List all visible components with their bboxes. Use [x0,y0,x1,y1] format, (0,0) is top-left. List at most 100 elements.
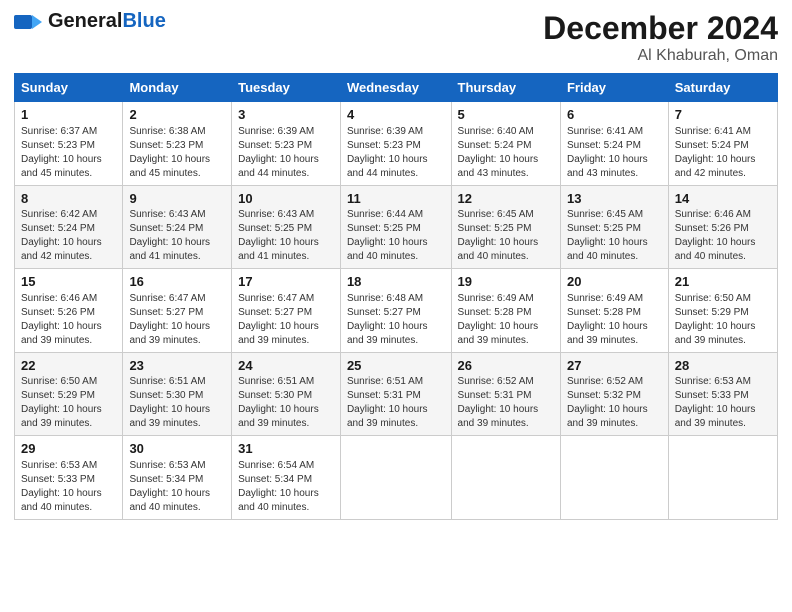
table-row: 10Sunrise: 6:43 AM Sunset: 5:25 PM Dayli… [232,185,341,269]
table-row: 8Sunrise: 6:42 AM Sunset: 5:24 PM Daylig… [15,185,123,269]
day-number: 4 [347,106,445,124]
header: GeneralBlue December 2024 Al Khaburah, O… [14,10,778,65]
table-row: 18Sunrise: 6:48 AM Sunset: 5:27 PM Dayli… [340,269,451,353]
table-row: 31Sunrise: 6:54 AM Sunset: 5:34 PM Dayli… [232,436,341,520]
table-row: 3Sunrise: 6:39 AM Sunset: 5:23 PM Daylig… [232,102,341,186]
table-row: 1Sunrise: 6:37 AM Sunset: 5:23 PM Daylig… [15,102,123,186]
table-row: 9Sunrise: 6:43 AM Sunset: 5:24 PM Daylig… [123,185,232,269]
table-row [668,436,777,520]
day-detail: Sunrise: 6:53 AM Sunset: 5:34 PM Dayligh… [129,459,225,515]
day-number: 20 [567,273,662,291]
table-row: 14Sunrise: 6:46 AM Sunset: 5:26 PM Dayli… [668,185,777,269]
table-row: 4Sunrise: 6:39 AM Sunset: 5:23 PM Daylig… [340,102,451,186]
day-number: 25 [347,357,445,375]
day-detail: Sunrise: 6:51 AM Sunset: 5:30 PM Dayligh… [238,375,334,431]
col-friday: Friday [560,74,668,102]
table-row: 27Sunrise: 6:52 AM Sunset: 5:32 PM Dayli… [560,352,668,436]
day-detail: Sunrise: 6:37 AM Sunset: 5:23 PM Dayligh… [21,125,116,181]
col-sunday: Sunday [15,74,123,102]
day-number: 19 [458,273,554,291]
table-row: 19Sunrise: 6:49 AM Sunset: 5:28 PM Dayli… [451,269,560,353]
day-number: 31 [238,440,334,458]
table-row: 11Sunrise: 6:44 AM Sunset: 5:25 PM Dayli… [340,185,451,269]
day-number: 22 [21,357,116,375]
day-detail: Sunrise: 6:54 AM Sunset: 5:34 PM Dayligh… [238,459,334,515]
day-detail: Sunrise: 6:43 AM Sunset: 5:25 PM Dayligh… [238,208,334,264]
calendar-body: 1Sunrise: 6:37 AM Sunset: 5:23 PM Daylig… [15,102,778,520]
day-number: 18 [347,273,445,291]
table-row: 26Sunrise: 6:52 AM Sunset: 5:31 PM Dayli… [451,352,560,436]
calendar-week-row: 8Sunrise: 6:42 AM Sunset: 5:24 PM Daylig… [15,185,778,269]
table-row: 22Sunrise: 6:50 AM Sunset: 5:29 PM Dayli… [15,352,123,436]
day-number: 26 [458,357,554,375]
table-row: 25Sunrise: 6:51 AM Sunset: 5:31 PM Dayli… [340,352,451,436]
day-number: 30 [129,440,225,458]
day-number: 24 [238,357,334,375]
day-number: 13 [567,190,662,208]
col-thursday: Thursday [451,74,560,102]
day-detail: Sunrise: 6:53 AM Sunset: 5:33 PM Dayligh… [21,459,116,515]
day-number: 27 [567,357,662,375]
day-detail: Sunrise: 6:39 AM Sunset: 5:23 PM Dayligh… [347,125,445,181]
table-row: 23Sunrise: 6:51 AM Sunset: 5:30 PM Dayli… [123,352,232,436]
day-detail: Sunrise: 6:51 AM Sunset: 5:31 PM Dayligh… [347,375,445,431]
day-number: 7 [675,106,771,124]
table-row: 5Sunrise: 6:40 AM Sunset: 5:24 PM Daylig… [451,102,560,186]
day-detail: Sunrise: 6:52 AM Sunset: 5:32 PM Dayligh… [567,375,662,431]
table-row [451,436,560,520]
day-number: 2 [129,106,225,124]
table-row: 21Sunrise: 6:50 AM Sunset: 5:29 PM Dayli… [668,269,777,353]
calendar-week-row: 1Sunrise: 6:37 AM Sunset: 5:23 PM Daylig… [15,102,778,186]
table-row [560,436,668,520]
day-detail: Sunrise: 6:41 AM Sunset: 5:24 PM Dayligh… [567,125,662,181]
table-row: 12Sunrise: 6:45 AM Sunset: 5:25 PM Dayli… [451,185,560,269]
table-row: 13Sunrise: 6:45 AM Sunset: 5:25 PM Dayli… [560,185,668,269]
day-number: 15 [21,273,116,291]
table-row: 16Sunrise: 6:47 AM Sunset: 5:27 PM Dayli… [123,269,232,353]
table-row: 15Sunrise: 6:46 AM Sunset: 5:26 PM Dayli… [15,269,123,353]
day-number: 5 [458,106,554,124]
table-row: 2Sunrise: 6:38 AM Sunset: 5:23 PM Daylig… [123,102,232,186]
day-number: 17 [238,273,334,291]
day-number: 3 [238,106,334,124]
logo: GeneralBlue [14,10,166,33]
day-detail: Sunrise: 6:50 AM Sunset: 5:29 PM Dayligh… [21,375,116,431]
day-detail: Sunrise: 6:50 AM Sunset: 5:29 PM Dayligh… [675,292,771,348]
day-detail: Sunrise: 6:47 AM Sunset: 5:27 PM Dayligh… [129,292,225,348]
day-number: 6 [567,106,662,124]
day-number: 10 [238,190,334,208]
day-number: 9 [129,190,225,208]
day-number: 14 [675,190,771,208]
page-container: GeneralBlue December 2024 Al Khaburah, O… [0,0,792,530]
col-monday: Monday [123,74,232,102]
day-number: 8 [21,190,116,208]
calendar-week-row: 29Sunrise: 6:53 AM Sunset: 5:33 PM Dayli… [15,436,778,520]
day-number: 21 [675,273,771,291]
day-number: 1 [21,106,116,124]
table-row [340,436,451,520]
day-detail: Sunrise: 6:52 AM Sunset: 5:31 PM Dayligh… [458,375,554,431]
day-detail: Sunrise: 6:42 AM Sunset: 5:24 PM Dayligh… [21,208,116,264]
day-number: 16 [129,273,225,291]
table-row: 28Sunrise: 6:53 AM Sunset: 5:33 PM Dayli… [668,352,777,436]
day-detail: Sunrise: 6:38 AM Sunset: 5:23 PM Dayligh… [129,125,225,181]
day-number: 11 [347,190,445,208]
table-row: 20Sunrise: 6:49 AM Sunset: 5:28 PM Dayli… [560,269,668,353]
calendar-header-row: Sunday Monday Tuesday Wednesday Thursday… [15,74,778,102]
day-detail: Sunrise: 6:40 AM Sunset: 5:24 PM Dayligh… [458,125,554,181]
location-title: Al Khaburah, Oman [543,47,778,65]
col-saturday: Saturday [668,74,777,102]
table-row: 6Sunrise: 6:41 AM Sunset: 5:24 PM Daylig… [560,102,668,186]
day-number: 29 [21,440,116,458]
col-tuesday: Tuesday [232,74,341,102]
calendar-week-row: 15Sunrise: 6:46 AM Sunset: 5:26 PM Dayli… [15,269,778,353]
col-wednesday: Wednesday [340,74,451,102]
day-detail: Sunrise: 6:41 AM Sunset: 5:24 PM Dayligh… [675,125,771,181]
table-row: 30Sunrise: 6:53 AM Sunset: 5:34 PM Dayli… [123,436,232,520]
day-detail: Sunrise: 6:48 AM Sunset: 5:27 PM Dayligh… [347,292,445,348]
title-section: December 2024 Al Khaburah, Oman [543,10,778,65]
day-detail: Sunrise: 6:49 AM Sunset: 5:28 PM Dayligh… [567,292,662,348]
day-detail: Sunrise: 6:51 AM Sunset: 5:30 PM Dayligh… [129,375,225,431]
day-detail: Sunrise: 6:46 AM Sunset: 5:26 PM Dayligh… [21,292,116,348]
logo-icon [14,11,44,33]
